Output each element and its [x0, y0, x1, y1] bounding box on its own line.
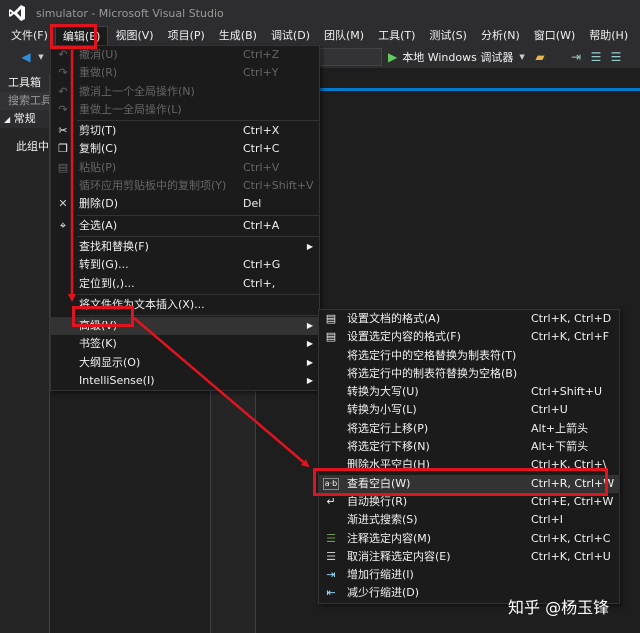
toolbar-indent-icon[interactable]: ☰ [608, 49, 624, 65]
menu-item-move-lines-up[interactable]: 将选定行上移(P) Alt+上箭头 [319, 420, 619, 438]
edit-menu-dropdown: ↶ 撤消(U) Ctrl+Z ↷ 重做(R) Ctrl+Y ↶ 撤消上一个全局操… [50, 45, 320, 392]
run-label: 本地 Windows 调试器 [402, 51, 514, 64]
menu-separator [77, 214, 319, 216]
back-dropdown-icon[interactable]: ▼ [36, 49, 46, 65]
submenu-arrow-icon: ▶ [306, 321, 313, 331]
redo-icon: ↷ [58, 66, 68, 80]
window-title: simulator - Microsoft Visual Studio [36, 6, 224, 20]
menu-item-find-replace[interactable]: 查找和替换(F) ▶ [51, 238, 319, 256]
select-all-icon: ⌖ [59, 218, 67, 232]
menu-item-comment-selection[interactable]: ☰ 注释选定内容(M) Ctrl+K, Ctrl+C [319, 530, 619, 548]
submenu-arrow-icon: ▶ [306, 241, 313, 251]
run-dropdown-icon: ▼ [519, 53, 525, 61]
uncomment-icon: ☰ [326, 549, 336, 563]
menu-item-cycle-clipboard[interactable]: 循环应用剪贴板中的复制项(Y) Ctrl+Shift+V [51, 177, 319, 195]
submenu-arrow-icon: ▶ [306, 357, 313, 367]
menu-item-uncomment-selection[interactable]: ☰ 取消注释选定内容(E) Ctrl+K, Ctrl+U [319, 548, 619, 566]
toolbox-empty-note: 此组中没有可用的控件 [16, 140, 49, 153]
menu-item-untabify[interactable]: 将选定行中的制表符替换为空格(B) [319, 365, 619, 383]
cut-icon: ✂ [58, 124, 68, 138]
menu-team[interactable]: 团队(M) [317, 26, 371, 46]
menu-item-format-selection[interactable]: ▤ 设置选定内容的格式(F) Ctrl+K, Ctrl+F [319, 328, 619, 346]
menu-item-undo-global[interactable]: ↶ 撤消上一个全局操作(N) [51, 83, 319, 101]
menu-build[interactable]: 生成(B) [212, 26, 264, 46]
visual-studio-logo-icon [0, 0, 34, 26]
menu-item-format-document[interactable]: ▤ 设置文档的格式(A) Ctrl+K, Ctrl+D [319, 310, 619, 328]
menu-item-intellisense[interactable]: IntelliSense(I) ▶ [51, 372, 319, 390]
paste-icon: ▤ [57, 160, 69, 174]
decrease-indent-icon: ⇤ [326, 586, 336, 600]
menu-separator [77, 293, 319, 295]
toolbox-panel: 工具箱 搜索工具 ◢ 常规 此组中没有可用的控件 [0, 74, 50, 633]
menu-item-redo[interactable]: ↷ 重做(R) Ctrl+Y [51, 64, 319, 82]
menu-analyze[interactable]: 分析(N) [474, 26, 527, 46]
format-selection-icon: ▤ [325, 330, 337, 344]
platform-combo[interactable] [320, 48, 382, 66]
menu-item-tabify[interactable]: 将选定行中的空格替换为制表符(T) [319, 347, 619, 365]
annotation-box-edit-menu [50, 24, 97, 49]
menu-item-redo-global[interactable]: ↷ 重做上一全局操作(L) [51, 101, 319, 119]
menu-item-incremental-search[interactable]: 渐进式搜索(S) Ctrl+I [319, 511, 619, 529]
menu-item-lowercase[interactable]: 转换为小写(L) Ctrl+U [319, 401, 619, 419]
menu-item-select-all[interactable]: ⌖ 全选(A) Ctrl+A [51, 217, 319, 235]
menu-help[interactable]: 帮助(H) [582, 26, 635, 46]
delete-icon: ✕ [58, 197, 68, 211]
document-tab-strip [320, 88, 640, 91]
annotation-box-view-whitespace [313, 468, 608, 496]
menu-item-goto[interactable]: 转到(G)... Ctrl+G [51, 256, 319, 274]
menu-view[interactable]: 视图(V) [108, 26, 160, 46]
increase-indent-icon: ⇥ [326, 568, 336, 582]
undo-global-icon: ↶ [58, 84, 68, 98]
copy-icon: ❐ [58, 142, 68, 156]
menu-separator [77, 120, 319, 122]
annotation-box-advanced [72, 306, 134, 327]
submenu-arrow-icon: ▶ [306, 376, 313, 386]
toolbox-group-label: 常规 [13, 112, 36, 125]
toolbar-folder-icon[interactable]: ▰ [532, 49, 548, 65]
menu-item-bookmarks[interactable]: 书签(K) ▶ [51, 335, 319, 353]
menu-item-outlining[interactable]: 大纲显示(O) ▶ [51, 354, 319, 372]
menu-test[interactable]: 测试(S) [422, 26, 474, 46]
word-wrap-icon: ↵ [326, 494, 336, 508]
toolbox-search-input[interactable]: 搜索工具 [0, 92, 49, 110]
collapse-triangle-icon: ◢ [4, 115, 11, 124]
menu-item-navigate-to[interactable]: 定位到(,)... Ctrl+, [51, 275, 319, 293]
toolbox-group-general[interactable]: ◢ 常规 [0, 110, 49, 128]
toolbox-title: 工具箱 [0, 74, 49, 92]
menu-item-cut[interactable]: ✂ 剪切(T) Ctrl+X [51, 122, 319, 140]
undo-icon: ↶ [58, 48, 68, 61]
start-debugging-button[interactable]: ▶ 本地 Windows 调试器 ▼ [388, 48, 525, 66]
toolbar-align-icon[interactable]: ☰ [588, 49, 604, 65]
back-icon[interactable]: ◀ [18, 49, 34, 65]
menu-file[interactable]: 文件(F) [4, 26, 55, 46]
play-icon: ▶ [388, 50, 398, 64]
redo-global-icon: ↷ [58, 102, 68, 116]
menu-item-increase-indent[interactable]: ⇥ 增加行缩进(I) [319, 566, 619, 584]
toolbar-step-icon[interactable]: ⇥ [568, 49, 584, 65]
menu-project[interactable]: 项目(P) [161, 26, 212, 46]
comment-icon: ☰ [326, 531, 336, 545]
menu-debug[interactable]: 调试(D) [264, 26, 317, 46]
format-document-icon: ▤ [325, 312, 337, 325]
menu-separator [77, 235, 319, 237]
menu-tools[interactable]: 工具(T) [371, 26, 422, 46]
menu-item-paste[interactable]: ▤ 粘贴(P) Ctrl+V [51, 159, 319, 177]
menu-item-copy[interactable]: ❐ 复制(C) Ctrl+C [51, 140, 319, 158]
menu-window[interactable]: 窗口(W) [527, 26, 582, 46]
menu-item-uppercase[interactable]: 转换为大写(U) Ctrl+Shift+U [319, 383, 619, 401]
title-bar: simulator - Microsoft Visual Studio [0, 0, 640, 26]
advanced-submenu: ▤ 设置文档的格式(A) Ctrl+K, Ctrl+D ▤ 设置选定内容的格式(… [318, 309, 620, 604]
menu-item-delete[interactable]: ✕ 删除(D) Del [51, 195, 319, 213]
watermark-text: 知乎 @杨玉锋 [508, 598, 610, 617]
menu-item-move-lines-down[interactable]: 将选定行下移(N) Alt+下箭头 [319, 438, 619, 456]
submenu-arrow-icon: ▶ [306, 339, 313, 349]
